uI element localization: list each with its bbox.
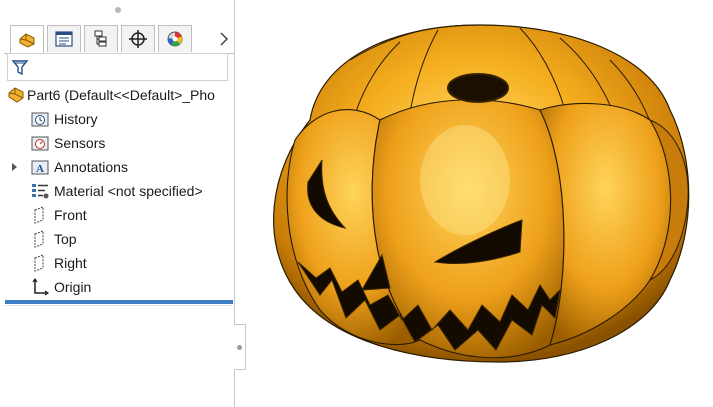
tree-item-annotations[interactable]: A Annotations — [30, 156, 128, 178]
tab-dimxpert-manager[interactable] — [121, 25, 155, 52]
tab-property-manager[interactable] — [47, 25, 81, 52]
pumpkin-model[interactable] — [250, 0, 713, 407]
plane-icon — [30, 205, 50, 225]
panel-resize-grip[interactable] — [115, 7, 121, 13]
manager-tabbar — [4, 25, 234, 54]
history-icon — [30, 109, 50, 129]
tree-item-label: Annotations — [54, 159, 128, 175]
filter-icon[interactable] — [11, 59, 29, 77]
panel-collapse-handle[interactable] — [234, 324, 246, 370]
tree-item-right-plane[interactable]: Right — [30, 252, 87, 274]
feature-manager-panel: Part6 (Default<<Default>_Pho History Sen… — [0, 0, 235, 407]
plane-icon — [30, 229, 50, 249]
feature-manager-icon — [19, 32, 35, 48]
crosshair-icon — [129, 30, 147, 48]
property-manager-icon — [55, 31, 73, 47]
tree-item-label: Sensors — [54, 135, 106, 151]
tree-item-label: History — [54, 111, 98, 127]
tree-item-history[interactable]: History — [30, 108, 98, 130]
plane-icon — [30, 253, 50, 273]
tree-item-front-plane[interactable]: Front — [30, 204, 87, 226]
tab-feature-manager[interactable] — [10, 25, 44, 53]
rollback-bar[interactable] — [5, 300, 233, 304]
tree-item-material[interactable]: Material <not specified> — [30, 180, 203, 202]
svg-text:A: A — [36, 163, 44, 175]
graphics-viewport[interactable] — [250, 0, 713, 407]
part-label: Part6 (Default<<Default>_Pho — [27, 87, 215, 103]
tree-item-label: Right — [54, 255, 87, 271]
part-icon — [6, 85, 26, 105]
tab-display-manager[interactable] — [158, 25, 192, 52]
chevron-right-icon[interactable] — [217, 31, 231, 47]
filter-bar[interactable] — [7, 53, 228, 81]
tree-root-part[interactable]: Part6 (Default<<Default>_Pho — [6, 84, 215, 106]
rollback-divider — [5, 305, 233, 306]
tab-configuration-manager[interactable] — [84, 25, 118, 52]
expand-arrow-icon[interactable] — [11, 162, 19, 172]
tree-item-origin[interactable]: Origin — [30, 276, 91, 298]
tree-item-label: Origin — [54, 279, 92, 295]
tree-item-top-plane[interactable]: Top — [30, 228, 77, 250]
tree-item-label: Front — [54, 207, 87, 223]
appearance-icon — [167, 31, 183, 47]
tree-item-sensors[interactable]: Sensors — [30, 132, 105, 154]
origin-icon — [30, 277, 50, 297]
grip-dot — [237, 345, 242, 350]
tree-item-label: Material <not specified> — [54, 183, 203, 199]
sensors-icon — [30, 133, 50, 153]
tree-item-label: Top — [54, 231, 77, 247]
material-icon — [30, 181, 50, 201]
annotations-icon: A — [30, 157, 50, 177]
configuration-manager-icon — [94, 30, 107, 47]
